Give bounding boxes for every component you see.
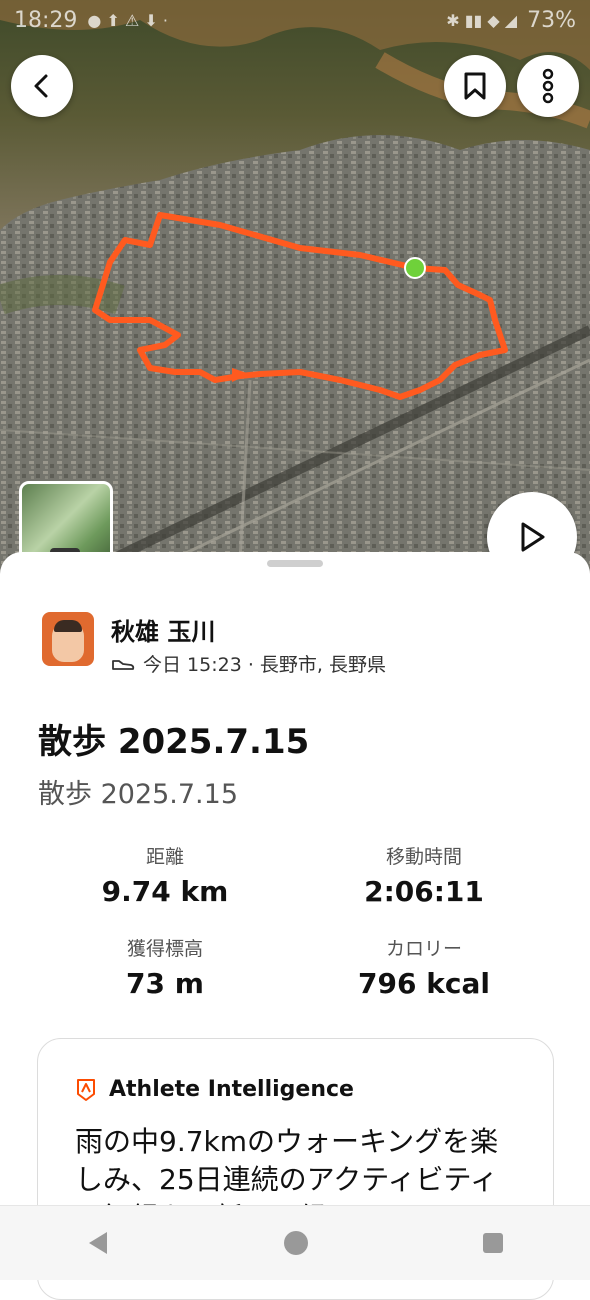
notification-icons: ● ⬆ ⚠ ⬇ · xyxy=(87,10,168,30)
activity-title: 散歩 2025.7.15 xyxy=(38,722,310,762)
recents-nav-icon[interactable] xyxy=(481,1231,505,1255)
stat-value: 796 kcal xyxy=(358,967,490,1000)
stat-calories: カロリー 796 kcal xyxy=(294,934,554,1000)
shoe-icon xyxy=(112,659,135,670)
chevron-left-icon xyxy=(34,74,48,98)
sheet-drag-handle[interactable] xyxy=(267,560,323,567)
route-line xyxy=(92,212,508,400)
back-nav-icon[interactable] xyxy=(85,1229,111,1257)
status-bar: 18:29 ● ⬆ ⚠ ⬇ · ✱ ▮▮ ◆ ◢ 73% xyxy=(0,0,590,40)
stat-label: カロリー xyxy=(385,938,462,960)
bookmark-button[interactable] xyxy=(444,55,506,117)
stat-label: 獲得標高 xyxy=(126,938,203,960)
athlete-name[interactable]: 秋雄 玉川 xyxy=(111,612,215,647)
stat-label: 移動時間 xyxy=(385,846,462,868)
athlete-avatar[interactable] xyxy=(42,612,94,666)
intelligence-title: Athlete Intelligence xyxy=(109,1077,354,1102)
bookmark-icon xyxy=(464,72,486,100)
activity-meta-text: 今日 15:23 · 長野市, 長野県 xyxy=(143,654,386,676)
stat-value: 73 m xyxy=(126,967,204,1000)
play-icon xyxy=(521,522,545,552)
stat-distance: 距離 9.74 km xyxy=(35,842,295,908)
stat-value: 2:06:11 xyxy=(364,875,484,908)
activity-meta: 今日 15:23 · 長野市, 長野県 xyxy=(111,650,386,677)
stat-elevation-gain: 獲得標高 73 m xyxy=(35,934,295,1000)
route-map[interactable]: 18:29 ● ⬆ ⚠ ⬇ · ✱ ▮▮ ◆ ◢ 73% xyxy=(0,0,590,580)
route-arrow xyxy=(232,368,250,382)
more-options-button[interactable] xyxy=(517,55,579,117)
battery-level: 73% xyxy=(527,7,576,33)
more-vertical-icon xyxy=(542,68,554,104)
stat-label: 距離 xyxy=(145,846,184,868)
system-icons: ✱ ▮▮ ◆ ◢ xyxy=(446,10,518,30)
stat-moving-time: 移動時間 2:06:11 xyxy=(294,842,554,908)
activity-description: 散歩 2025.7.15 xyxy=(38,779,238,810)
system-nav-bar xyxy=(0,1205,590,1280)
status-time: 18:29 xyxy=(14,7,78,33)
back-button[interactable] xyxy=(11,55,73,117)
home-nav-icon[interactable] xyxy=(282,1229,310,1257)
intelligence-header: Athlete Intelligence xyxy=(75,1077,354,1102)
route-start-dot xyxy=(404,257,426,279)
stat-value: 9.74 km xyxy=(101,875,229,908)
strava-intelligence-icon xyxy=(77,1078,95,1101)
activity-sheet: 秋雄 玉川 今日 15:23 · 長野市, 長野県 散歩 2025.7.15 散… xyxy=(0,552,590,1300)
